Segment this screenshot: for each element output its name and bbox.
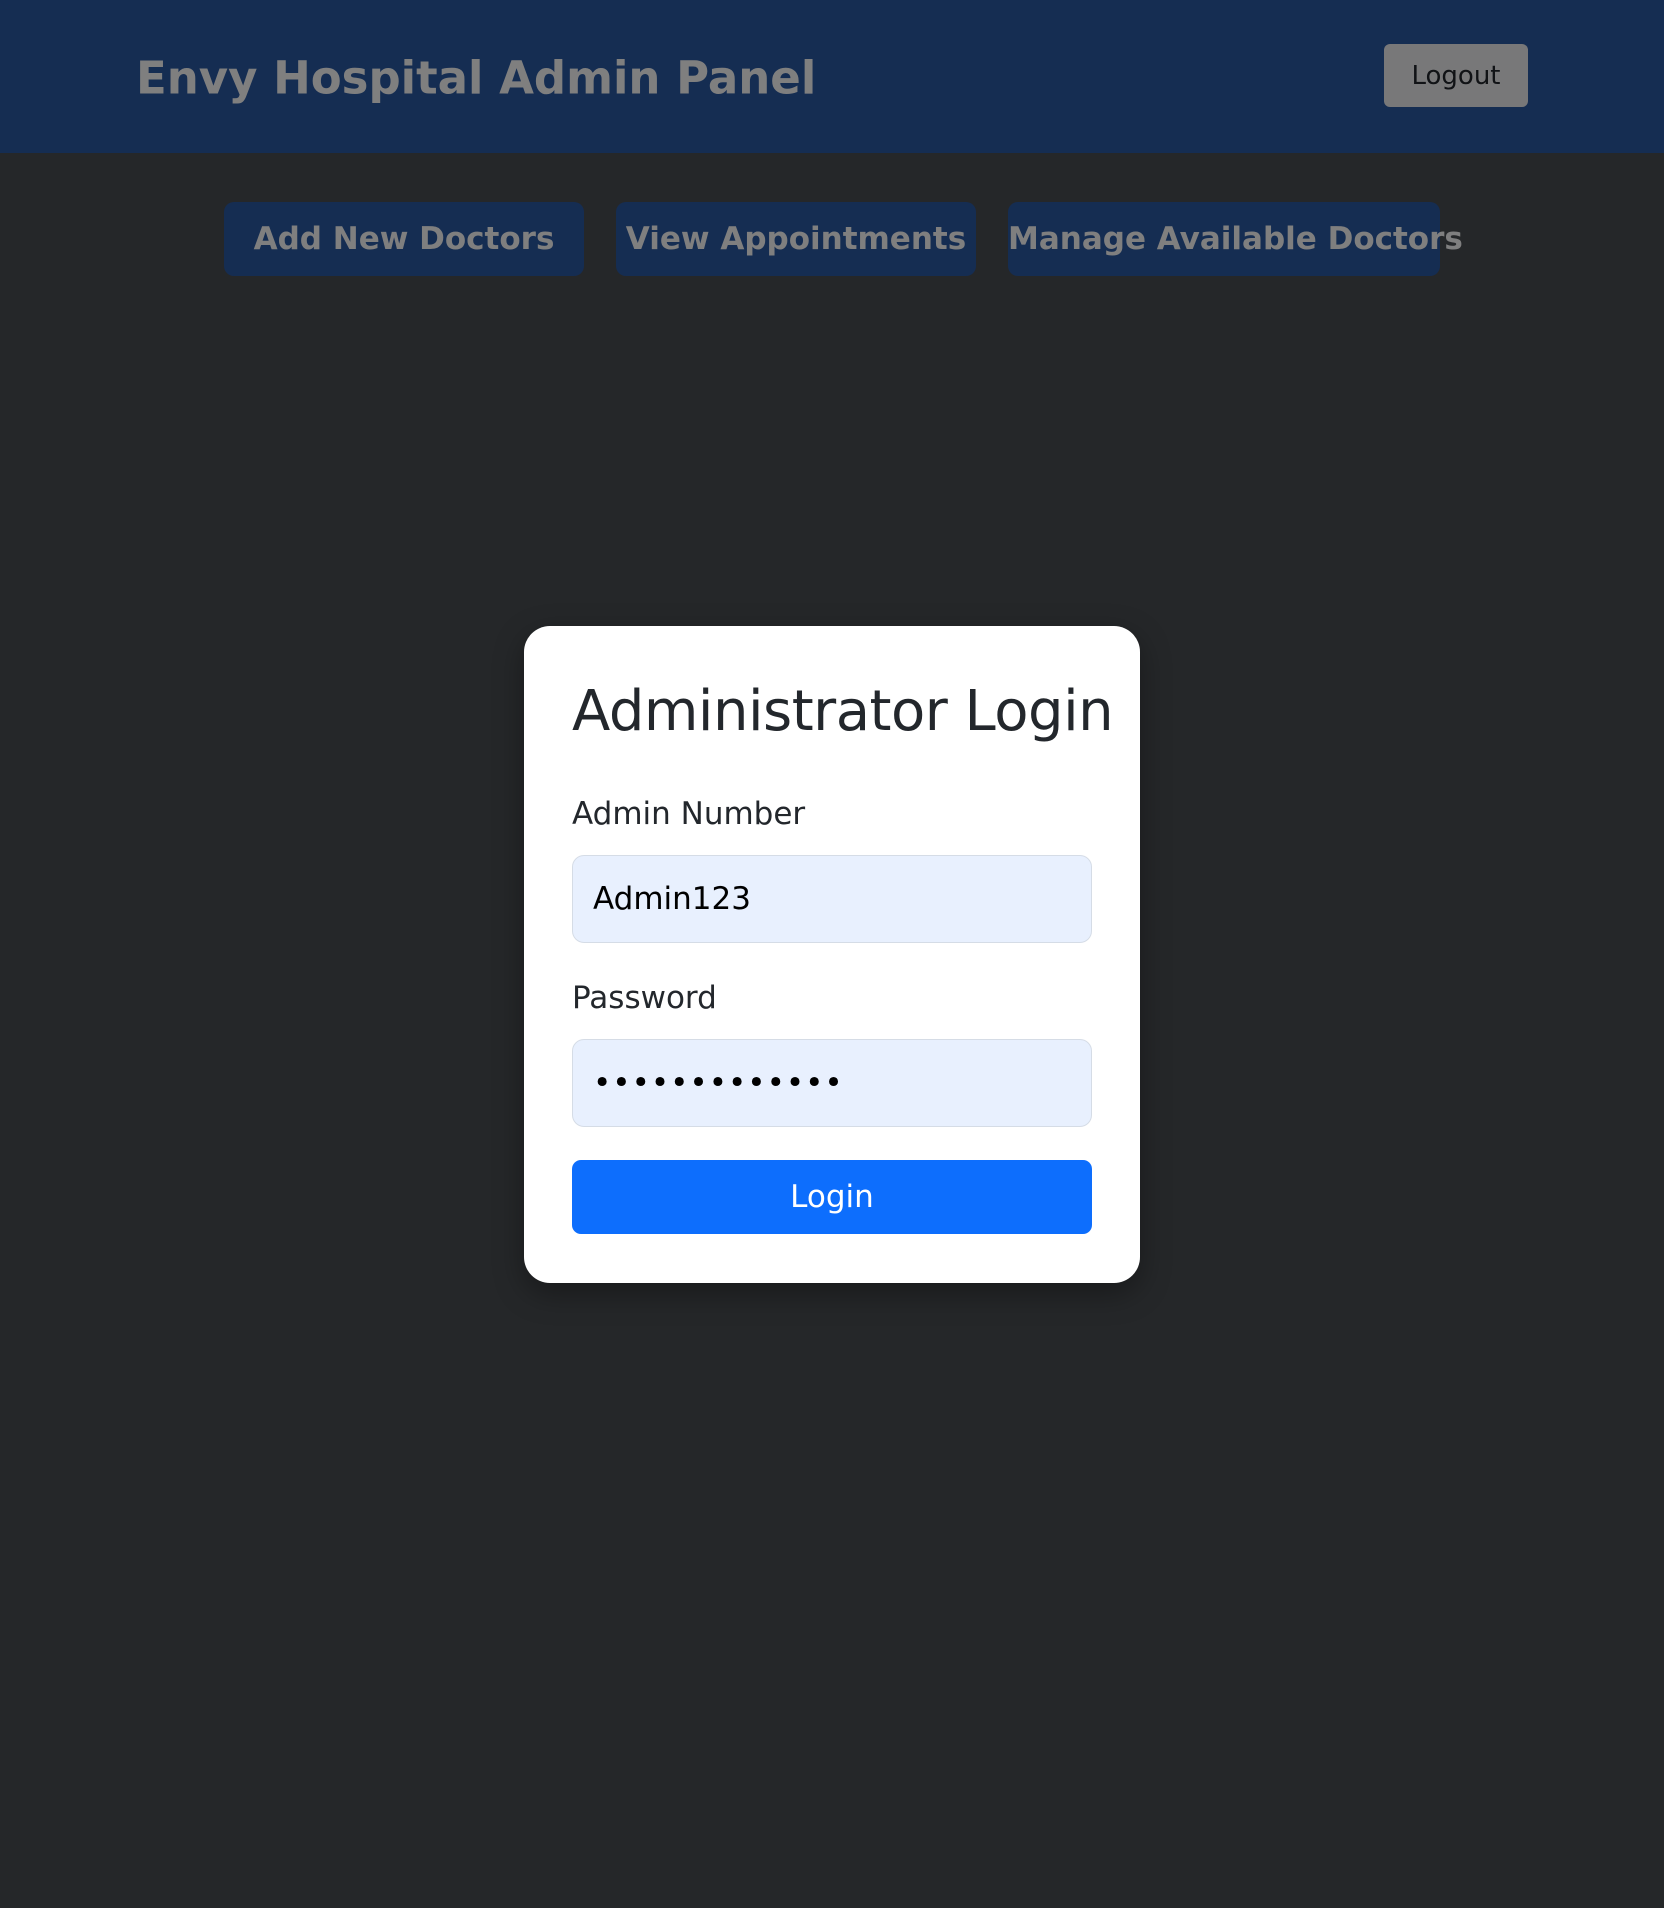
login-button[interactable]: Login [572, 1160, 1092, 1234]
login-modal: Administrator Login Admin Number Passwor… [524, 626, 1140, 1283]
password-input[interactable] [572, 1039, 1092, 1127]
password-label: Password [572, 980, 717, 1016]
admin-number-input[interactable] [572, 855, 1092, 943]
admin-number-label: Admin Number [572, 796, 806, 832]
modal-title: Administrator Login [572, 679, 1114, 744]
